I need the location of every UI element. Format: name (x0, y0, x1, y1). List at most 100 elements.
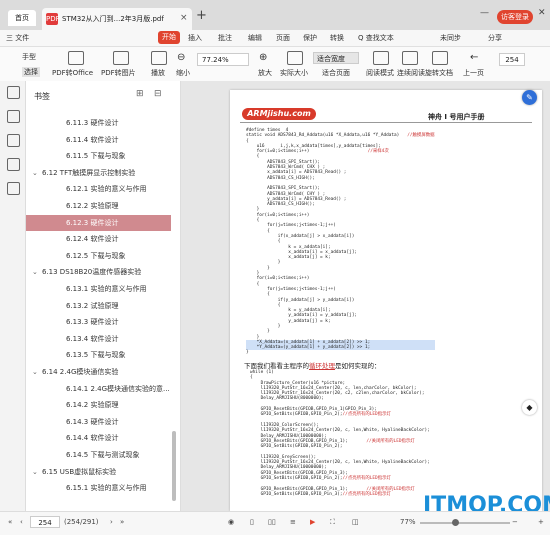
bookmark-item[interactable]: 6.12.1 实验的意义与作用 (26, 181, 171, 197)
bookmark-item[interactable]: 6.14.5 下载与测试现象 (26, 447, 171, 463)
bookmark-item[interactable]: 6.14.3 硬件设计 (26, 414, 171, 430)
pdf-to-office-button[interactable]: PDF转Office (52, 68, 93, 78)
chevron-down-icon[interactable]: ⌄ (32, 165, 38, 181)
chevron-down-icon[interactable]: ⌄ (32, 364, 38, 380)
bookmark-item[interactable]: 6.14.1 2.4G模块通信实验的意... (26, 381, 171, 397)
bookmark-item[interactable]: 6.13.2 试验原理 (26, 298, 171, 314)
zoom-plus-icon[interactable]: + (538, 518, 544, 526)
zoom-slider-knob[interactable] (451, 519, 459, 526)
bookmark-item[interactable]: 6.13.1 实验的意义与作用 (26, 281, 171, 297)
collapse-bookmarks-icon[interactable]: ⊟ (154, 89, 162, 99)
ai-assistant-icon[interactable]: ◆ (522, 400, 537, 415)
double-page-icon[interactable]: ▯▯ (268, 518, 276, 526)
share-button[interactable]: 分享 (488, 33, 502, 43)
bookmark-list: 6.11.3 硬件设计 6.11.4 软件设计 6.11.5 下载与现象 ⌄ 6.12 … (26, 115, 180, 511)
bookmark-scrollbar[interactable] (172, 431, 176, 501)
menu-protect[interactable]: 保护 (303, 33, 317, 43)
bookmark-item[interactable]: ⌄ 6.14 2.4G模块通信实验 (26, 364, 171, 380)
file-menu[interactable]: 三 文件 (6, 33, 29, 43)
tab-home[interactable]: 首页 (8, 10, 36, 26)
actual-size-button[interactable]: 实际大小 (280, 68, 308, 78)
bookmark-item[interactable]: ⌄ 6.13 DS18B20温度传感器实验 (26, 264, 171, 280)
prev-icon[interactable]: ‹ (20, 518, 23, 526)
zoom-in-button[interactable]: 放大 (258, 68, 272, 78)
attachment-icon[interactable] (7, 158, 20, 171)
new-tab-button[interactable]: + (196, 8, 207, 23)
menu-insert[interactable]: 插入 (188, 33, 202, 43)
guest-login-button[interactable]: 访客登录 (497, 10, 533, 24)
bookmark-item[interactable]: 6.14.2 实验原理 (26, 397, 171, 413)
bookmark-item[interactable]: 6.11.3 硬件设计 (26, 115, 171, 131)
last-page-icon[interactable]: » (120, 518, 124, 526)
hand-tool-label[interactable]: 手型 (22, 52, 36, 62)
search-icon[interactable] (7, 182, 20, 195)
select-tool-label[interactable]: 选择 (22, 67, 40, 77)
menu-convert[interactable]: 转换 (330, 33, 344, 43)
minimize-icon[interactable]: — (480, 8, 489, 18)
bookmark-item[interactable]: 6.15.1 实验的意义与作用 (26, 480, 171, 496)
bookmark-item[interactable]: 6.12.3 硬件设计 (26, 214, 171, 231)
continuous-page-icon[interactable]: ≡ (290, 518, 296, 526)
bookmark-item[interactable]: 6.13.3 硬件设计 (26, 314, 171, 330)
zoom-input[interactable]: 77.24% (197, 53, 249, 66)
play-button[interactable]: 播放 (151, 68, 165, 78)
bookmark-item[interactable]: 6.14.4 软件设计 (26, 430, 171, 446)
play-status-icon[interactable]: ▶ (310, 518, 315, 526)
thumbnail-icon[interactable] (7, 86, 20, 99)
bookmark-item[interactable]: 6.13.4 软件设计 (26, 331, 171, 347)
zoom-in-icon[interactable]: ⊕ (259, 52, 267, 63)
chevron-down-icon[interactable]: ⌄ (32, 464, 38, 480)
rotate-icon[interactable] (432, 51, 448, 65)
bookmark-item[interactable]: 6.13.5 下载与现象 (26, 347, 171, 363)
menu-page[interactable]: 页面 (276, 33, 290, 43)
fit-page-button[interactable]: 适合页面 (322, 68, 350, 78)
translate-icon[interactable]: ✎ (522, 90, 537, 105)
bookmark-item[interactable]: ⌄ 6.15 USB虚拟鼠标实验 (26, 464, 171, 480)
read-mode-button[interactable]: 阅读模式 (366, 68, 394, 78)
bookmark-label: 6.14.5 下载与测试现象 (66, 451, 140, 459)
code-line: GPIO_SetBits(GPIOB,GPIO_Pin_3);//点亮所有的LE… (250, 491, 391, 497)
bookmark-item[interactable]: ⌄ 6.12 TFT触摸屏显示控制实验 (26, 165, 171, 181)
bookmark-item[interactable]: 6.11.4 软件设计 (26, 132, 171, 148)
eye-icon[interactable]: ◉ (228, 518, 234, 526)
search-text-button[interactable]: Q 查找文本 (358, 33, 394, 43)
read-mode-icon[interactable] (373, 51, 389, 65)
pdf-to-image-icon[interactable] (113, 51, 129, 65)
close-window-icon[interactable]: ✕ (538, 8, 546, 18)
expand-bookmarks-icon[interactable]: ⊞ (136, 89, 144, 99)
page-number-input[interactable]: 254 (499, 53, 525, 66)
zoom-slider[interactable] (420, 522, 510, 524)
bookmark-item[interactable]: 6.12.2 实验原理 (26, 198, 171, 214)
menu-comment[interactable]: 批注 (218, 33, 232, 43)
continuous-icon[interactable] (402, 51, 418, 65)
single-page-icon[interactable]: ▯ (250, 518, 254, 526)
fit-width-button[interactable]: 适合宽度 (313, 52, 359, 64)
status-page-input[interactable]: 254 (30, 516, 60, 528)
bookmark-item[interactable]: 6.12.5 下载与现象 (26, 248, 171, 264)
pdf-to-office-icon[interactable] (68, 51, 84, 65)
chevron-down-icon[interactable]: ⌄ (32, 264, 38, 280)
rotate-document-button[interactable]: 旋转文档 (425, 68, 453, 78)
bookmark-item[interactable]: 6.12.4 软件设计 (26, 231, 171, 247)
zoom-out-icon[interactable]: ⊖ (177, 52, 185, 63)
play-icon[interactable] (151, 51, 167, 65)
tab-document[interactable]: PDF STM32从入门到...2年3月版.pdf × (42, 8, 192, 30)
bookmark-item[interactable]: 6.11.5 下载与现象 (26, 148, 171, 164)
next-icon[interactable]: › (110, 518, 113, 526)
prev-page-button[interactable]: 上一页 (463, 68, 484, 78)
first-page-icon[interactable]: « (8, 518, 12, 526)
pdf-to-image-button[interactable]: PDF转图片 (101, 68, 136, 78)
prev-page-icon[interactable]: ← (470, 52, 478, 63)
menu-start[interactable]: 开始 (158, 31, 180, 44)
sync-status[interactable]: 未同步 (440, 33, 461, 43)
continuous-read-button[interactable]: 连续阅读 (397, 68, 425, 78)
actual-size-icon[interactable] (287, 51, 303, 65)
zoom-minus-icon[interactable]: − (512, 518, 518, 526)
screenshot-icon[interactable]: ◫ (352, 518, 359, 526)
zoom-out-button[interactable]: 缩小 (176, 68, 190, 78)
menu-edit[interactable]: 编辑 (248, 33, 262, 43)
comment-icon[interactable] (7, 134, 20, 147)
fit-icon[interactable]: ⛶ (330, 518, 335, 527)
bookmark-icon[interactable] (7, 110, 20, 123)
close-tab-icon[interactable]: × (180, 13, 188, 23)
